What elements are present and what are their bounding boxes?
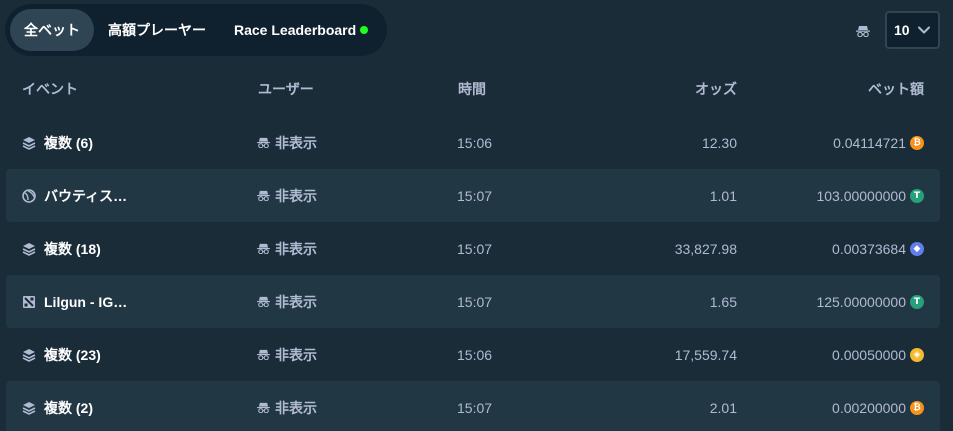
time-cell: 15:06: [457, 134, 493, 151]
user-name: 非表示: [275, 134, 317, 151]
table-row: 複数 (2) 非表示 15:07 2.01 0.00200000 ₿: [6, 381, 940, 431]
page-size-select[interactable]: 10: [885, 11, 940, 49]
dota-icon: [22, 295, 36, 309]
bet-amount: 0.00200000: [832, 399, 906, 416]
time-cell: 15:06: [457, 346, 493, 363]
table-row: 複数 (18) 非表示 15:07 33,827.98 0.00373684 ◆: [6, 222, 940, 275]
user-name: 非表示: [275, 240, 317, 257]
bet-amount-cell: 125.00000000 T: [816, 275, 924, 328]
table-header: イベント ユーザー 時間 オッズ ベット額: [6, 68, 940, 106]
odds-cell: 1.65: [709, 293, 737, 310]
live-indicator-dot: [360, 26, 369, 34]
bet-amount: 103.00000000: [816, 187, 906, 204]
event-name: Lilgun - IG…: [44, 293, 128, 310]
odds-cell: 33,827.98: [674, 240, 737, 257]
event-cell[interactable]: Lilgun - IG…: [22, 275, 127, 328]
time-cell: 15:07: [457, 240, 493, 257]
table-row: バウティス… 非表示 15:07 1.01 103.00000000 T: [6, 169, 940, 222]
header-bet-amount: ベット額: [868, 81, 924, 97]
event-cell[interactable]: 複数 (2): [22, 381, 93, 431]
table-row: 複数 (6) 非表示 15:06 12.30 0.04114721 ₿: [6, 116, 940, 169]
bet-amount-cell: 0.04114721 ₿: [833, 116, 924, 169]
stack-icon: [22, 136, 36, 150]
header-user: ユーザー: [258, 81, 314, 97]
incognito-icon: [257, 190, 270, 201]
tab-label: 高額プレーヤー: [108, 22, 206, 38]
event-name: 複数 (23): [44, 346, 101, 363]
bet-amount-cell: 0.00200000 ₿: [832, 381, 924, 431]
stack-icon: [22, 401, 36, 415]
tab-label: Race Leaderboard: [234, 22, 357, 38]
header-event: イベント: [22, 81, 78, 97]
bet-amount: 0.00050000: [832, 346, 906, 363]
event-cell[interactable]: 複数 (18): [22, 222, 101, 275]
bet-amount: 0.04114721: [833, 134, 906, 151]
time-cell: 15:07: [457, 293, 493, 310]
tab-all-bets[interactable]: 全ベット: [10, 9, 94, 51]
odds-cell: 17,559.74: [674, 346, 737, 363]
event-name: 複数 (6): [44, 134, 93, 151]
bet-tabs: 全ベット 高額プレーヤー Race Leaderboard: [5, 4, 388, 56]
odds-cell: 1.01: [709, 187, 737, 204]
incognito-icon: [257, 296, 270, 307]
incognito-icon: [257, 243, 270, 254]
incognito-icon: [257, 402, 270, 413]
user-name: 非表示: [275, 399, 317, 416]
ethereum-icon: ◆: [910, 241, 924, 256]
chevron-down-icon: [918, 26, 930, 34]
tab-race-leaderboard[interactable]: Race Leaderboard: [220, 9, 382, 51]
user-cell: 非表示: [257, 381, 317, 431]
odds-cell: 2.01: [709, 399, 737, 416]
event-name: バウティス…: [44, 187, 128, 204]
time-cell: 15:07: [457, 187, 493, 204]
table-row: 複数 (23) 非表示 15:06 17,559.74 0.00050000 ◈: [6, 328, 940, 381]
user-cell: 非表示: [257, 169, 317, 222]
stack-icon: [22, 242, 36, 256]
user-cell: 非表示: [257, 328, 317, 381]
bnb-icon: ◈: [910, 347, 924, 362]
user-cell: 非表示: [257, 116, 317, 169]
user-name: 非表示: [275, 293, 317, 310]
tether-icon: T: [910, 188, 924, 203]
sport-ball-icon: [22, 188, 36, 203]
incognito-icon[interactable]: [856, 24, 870, 38]
bet-amount: 125.00000000: [816, 293, 906, 310]
event-cell[interactable]: 複数 (6): [22, 116, 93, 169]
bet-amount-cell: 0.00373684 ◆: [832, 222, 924, 275]
tab-label: 全ベット: [24, 22, 80, 38]
time-cell: 15:07: [457, 399, 493, 416]
event-cell[interactable]: 複数 (23): [22, 328, 101, 381]
bitcoin-icon: ₿: [910, 135, 924, 150]
user-cell: 非表示: [257, 275, 317, 328]
bet-amount-cell: 103.00000000 T: [816, 169, 924, 222]
event-cell[interactable]: バウティス…: [22, 169, 127, 222]
tab-high-rollers[interactable]: 高額プレーヤー: [94, 9, 220, 51]
bets-table-body: 複数 (6) 非表示 15:06 12.30 0.04114721 ₿ バウティ…: [6, 116, 940, 431]
header-odds: オッズ: [695, 81, 737, 97]
table-row: Lilgun - IG… 非表示 15:07 1.65 125.00000000…: [6, 275, 940, 328]
user-name: 非表示: [275, 346, 317, 363]
event-name: 複数 (2): [44, 399, 93, 416]
bets-toolbar: 全ベット 高額プレーヤー Race Leaderboard 10: [0, 0, 953, 60]
user-cell: 非表示: [257, 222, 317, 275]
tether-icon: T: [910, 294, 924, 309]
incognito-icon: [257, 137, 270, 148]
bet-amount: 0.00373684: [832, 240, 906, 257]
bitcoin-icon: ₿: [910, 400, 924, 415]
header-time: 時間: [458, 81, 486, 97]
event-name: 複数 (18): [44, 240, 101, 257]
page-size-value: 10: [894, 22, 910, 38]
odds-cell: 12.30: [701, 134, 737, 151]
bet-amount-cell: 0.00050000 ◈: [832, 328, 924, 381]
incognito-icon: [257, 349, 270, 360]
user-name: 非表示: [275, 187, 317, 204]
stack-icon: [22, 348, 36, 362]
